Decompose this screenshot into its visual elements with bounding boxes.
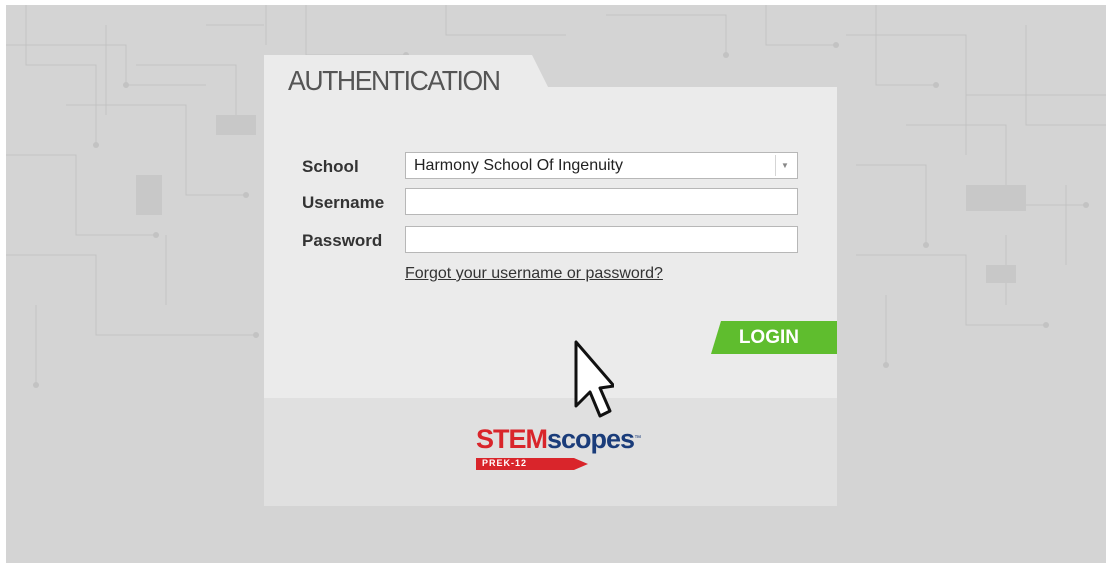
school-select[interactable]: Harmony School Of Ingenuity ▼ <box>405 152 798 179</box>
password-label: Password <box>302 231 383 250</box>
logo-subtitle: PREK-12 <box>482 458 528 468</box>
forgot-credentials-link[interactable]: Forgot your username or password? <box>405 265 663 283</box>
authentication-panel: AUTHENTICATION School Harmony School Of … <box>264 55 837 506</box>
panel-heading: AUTHENTICATION <box>288 65 501 96</box>
logo-scopes-text: scopes <box>547 424 635 454</box>
school-select-value: Harmony School Of Ingenuity <box>414 156 623 174</box>
school-label: School <box>302 157 359 176</box>
logo-subtitle-banner: PREK-12 <box>476 457 588 471</box>
logo-trademark: ™ <box>634 435 642 442</box>
username-field[interactable] <box>405 188 798 215</box>
logo-stem-text: STEM <box>476 424 548 454</box>
password-field[interactable] <box>405 226 798 253</box>
stemscopes-logo: STEMscopes™ PREK-12 <box>476 426 641 471</box>
chevron-down-icon[interactable]: ▼ <box>775 155 794 176</box>
username-label: Username <box>302 193 385 212</box>
mouse-pointer-icon <box>574 340 614 418</box>
login-button[interactable]: LOGIN <box>711 321 837 354</box>
